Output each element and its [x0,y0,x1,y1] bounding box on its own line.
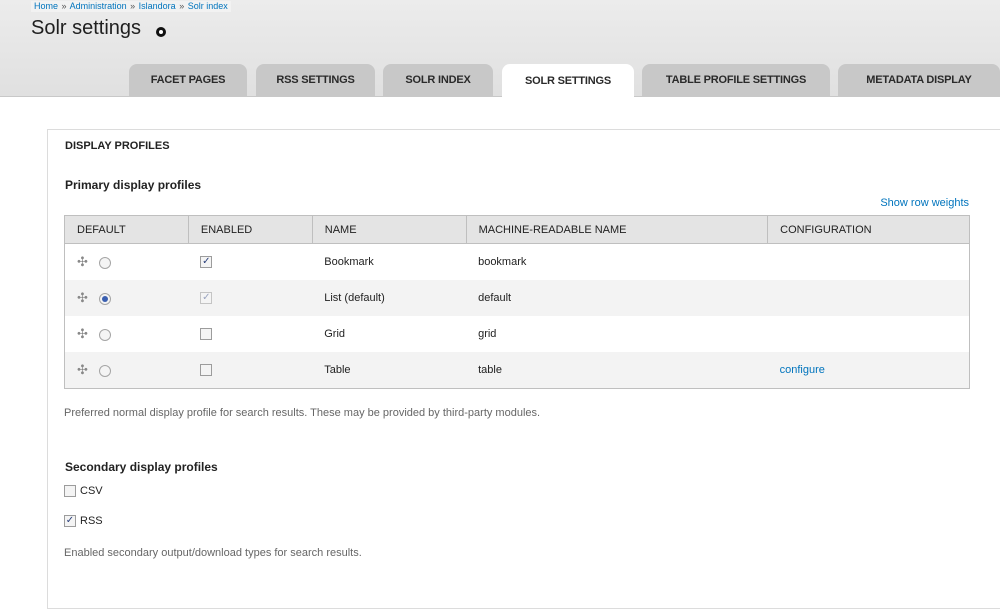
default-radio[interactable] [99,329,111,342]
breadcrumb-separator: » [130,1,136,11]
table-header-row: DEFAULT ENABLED NAME MACHINE-READABLE NA… [64,215,970,244]
tab-bar: FACET PAGES RSS SETTINGS SOLR INDEX SOLR… [0,64,1000,97]
profile-configuration [767,280,970,316]
enabled-checkbox[interactable]: ✓ [200,256,213,269]
profile-configuration [767,243,970,280]
table-row: ✣ ✓ List (default) default [64,280,970,316]
configure-link[interactable]: configure [780,364,825,376]
profile-machine-name: grid [478,328,497,340]
fieldset-legend: DISPLAY PROFILES [65,140,170,152]
tab-rss-settings[interactable]: RSS SETTINGS [256,64,375,96]
table-row: ✣ Table table configure [64,352,970,389]
secondary-option-csv[interactable]: CSV [64,485,103,497]
breadcrumb-separator: » [179,1,185,11]
column-header-enabled: ENABLED [187,215,313,244]
secondary-option-rss[interactable]: ✓ RSS [64,515,103,527]
profile-name: Table [312,352,467,389]
enabled-checkbox[interactable] [200,328,213,341]
secondary-profiles-heading: Secondary display profiles [65,460,218,474]
default-radio[interactable] [99,293,111,306]
show-row-weights-link[interactable]: Show row weights [880,197,969,209]
csv-checkbox[interactable] [64,485,76,497]
table-row: ✣ Grid grid [64,316,970,352]
primary-profiles-heading: Primary display profiles [65,178,202,192]
drag-handle-icon[interactable]: ✣ [77,326,93,342]
display-profiles-table: DEFAULT ENABLED NAME MACHINE-READABLE NA… [64,215,970,389]
rss-checkbox[interactable]: ✓ [64,515,76,527]
tab-table-profile-settings[interactable]: TABLE PROFILE SETTINGS [642,64,830,96]
profile-name: Grid [324,328,346,340]
secondary-profiles-description: Enabled secondary output/download types … [64,547,362,559]
breadcrumb-separator: » [61,1,67,11]
enabled-checkbox: ✓ [200,292,213,305]
profile-machine-name: table [466,352,768,389]
tab-facet-pages[interactable]: FACET PAGES [129,64,247,96]
breadcrumb-solr-index[interactable]: Solr index [188,1,228,11]
page-title: Solr settings [31,17,142,39]
page-header: Home » Administration » Islandora » Solr… [0,0,1000,97]
csv-label[interactable]: CSV [80,485,103,497]
profile-configuration [767,316,970,352]
column-header-machine-name: MACHINE-READABLE NAME [465,215,769,244]
shortcut-add-icon[interactable] [156,27,166,37]
rss-label[interactable]: RSS [80,515,103,527]
table-row: ✣ ✓ Bookmark bookmark [64,243,970,280]
breadcrumb-administration[interactable]: Administration [70,1,127,11]
tab-metadata-display[interactable]: METADATA DISPLAY [838,64,1000,96]
column-header-name: NAME [311,215,467,244]
profile-name: Bookmark [324,256,374,268]
enabled-checkbox[interactable] [200,364,213,377]
drag-handle-icon[interactable]: ✣ [77,362,93,378]
tab-solr-index[interactable]: SOLR INDEX [383,64,493,96]
default-radio[interactable] [99,257,111,270]
profile-machine-name: bookmark [478,256,527,268]
drag-handle-icon[interactable]: ✣ [77,254,93,270]
column-header-configuration: CONFIGURATION [767,215,970,244]
primary-profiles-description: Preferred normal display profile for sea… [64,407,541,419]
profile-machine-name: default [466,280,768,316]
drag-handle-icon[interactable]: ✣ [77,290,93,306]
column-header-default: DEFAULT [64,215,189,244]
profile-name: List (default) [312,280,467,316]
breadcrumb: Home » Administration » Islandora » Solr… [31,1,231,12]
tab-solr-settings[interactable]: SOLR SETTINGS [502,64,634,97]
breadcrumb-home[interactable]: Home [34,1,58,11]
breadcrumb-islandora[interactable]: Islandora [139,1,176,11]
default-radio[interactable] [99,365,111,378]
